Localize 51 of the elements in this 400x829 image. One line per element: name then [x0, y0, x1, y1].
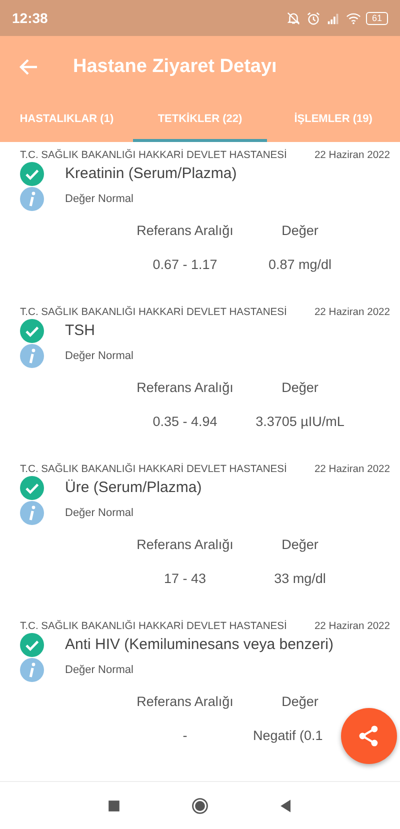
info-icon	[20, 344, 44, 368]
hospital-name: T.C. SAĞLIK BAKANLIĞI HAKKARİ DEVLET HASTANESİ	[20, 621, 287, 632]
tab[interactable]: TETKİKLER (22)	[133, 98, 267, 142]
hospital-name: T.C. SAĞLIK BAKANLIĞI HAKKARİ DEVLET HASTANESİ	[20, 464, 287, 475]
visit-date: 22 Haziran 2022	[314, 621, 390, 632]
check-icon	[20, 476, 44, 500]
check-icon	[20, 632, 44, 656]
check-icon	[20, 162, 44, 186]
column-label: Referans Aralığı	[136, 380, 234, 395]
result-value: 33 mg/dl	[273, 570, 327, 586]
tab[interactable]: İŞLEMLER (19)	[266, 98, 400, 142]
screen-title: Hastane Ziyaret Detayı	[73, 56, 277, 78]
reference-range: 0.67 - 1.17	[152, 256, 218, 272]
reference-range: 17 - 43	[162, 570, 208, 586]
test-name: TSH	[65, 322, 95, 339]
visit-date: 22 Haziran 2022	[314, 150, 390, 161]
test-name: Anti HIV (Kemiluminesans veya benzeri)	[65, 636, 334, 653]
battery-indicator: 61	[366, 12, 388, 24]
column-label: Referans Aralığı	[136, 223, 234, 238]
visit-date: 22 Haziran 2022	[314, 307, 390, 318]
status-time: 12:38	[12, 10, 48, 26]
column-label: Referans Aralığı	[136, 694, 234, 709]
result-value: Negatif (0.1	[253, 728, 323, 742]
info-icon	[20, 658, 44, 682]
info-icon	[20, 186, 44, 210]
result-note: Değer Normal	[65, 506, 134, 518]
column-label: Referans Aralığı	[136, 537, 234, 552]
column-label: Değer	[280, 380, 320, 395]
result-value: 3.3705 µIU/mL	[254, 414, 346, 428]
muted-bell-icon	[286, 10, 301, 26]
alarm-icon	[306, 10, 321, 26]
home-icon[interactable]	[191, 796, 209, 814]
wifi-icon	[346, 10, 361, 26]
column-label: Değer	[280, 223, 320, 238]
reference-range: 0.35 - 4.94	[152, 414, 218, 428]
share-button[interactable]	[341, 708, 397, 764]
result-note: Değer Normal	[65, 350, 134, 362]
hospital-name: T.C. SAĞLIK BAKANLIĞI HAKKARİ DEVLET HASTANESİ	[20, 150, 287, 161]
check-icon	[20, 318, 44, 342]
column-label: Değer	[280, 537, 320, 552]
column-label: Değer	[280, 694, 320, 709]
test-name: Üre (Serum/Plazma)	[65, 479, 202, 496]
hospital-name: T.C. SAĞLIK BAKANLIĞI HAKKARİ DEVLET HASTANESİ	[20, 307, 287, 318]
tab[interactable]: HASTALIKLAR (1)	[0, 98, 134, 142]
reference-range: -	[182, 728, 188, 742]
visit-date: 22 Haziran 2022	[314, 464, 390, 475]
info-icon	[20, 500, 44, 524]
result-note: Değer Normal	[65, 664, 134, 676]
result-value: 0.87 mg/dl	[267, 256, 333, 272]
test-name: Kreatinin (Serum/Plazma)	[65, 165, 237, 182]
result-note: Değer Normal	[65, 192, 134, 204]
